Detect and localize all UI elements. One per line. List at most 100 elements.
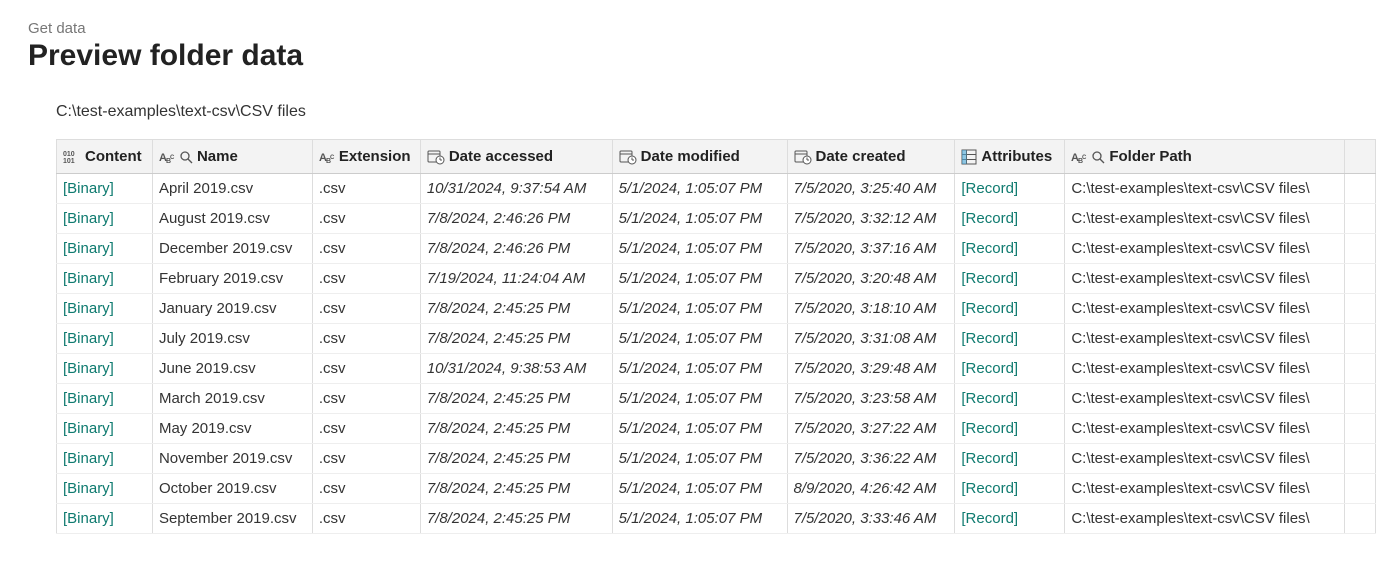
modified-cell: 5/1/2024, 1:05:07 PM — [612, 444, 787, 474]
extension-cell: .csv — [312, 234, 420, 264]
overflow-cell — [1345, 474, 1376, 504]
name-cell: April 2019.csv — [152, 174, 312, 204]
overflow-cell — [1345, 204, 1376, 234]
col-header-modified[interactable]: Date modified — [612, 140, 787, 174]
folder-path-label: C:\test-examples\text-csv\CSV files — [56, 103, 1349, 121]
extension-cell: .csv — [312, 444, 420, 474]
overflow-cell — [1345, 504, 1376, 534]
accessed-cell: 7/8/2024, 2:45:25 PM — [420, 384, 612, 414]
col-header-content[interactable]: 010101 Content — [57, 140, 153, 174]
datetime-type-icon — [794, 149, 812, 165]
binary-type-icon: 010101 — [63, 149, 81, 165]
created-cell: 7/5/2020, 3:20:48 AM — [787, 264, 955, 294]
modified-cell: 5/1/2024, 1:05:07 PM — [612, 354, 787, 384]
folder-path-cell: C:\test-examples\text-csv\CSV files\ — [1065, 234, 1345, 264]
breadcrumb[interactable]: Get data — [28, 20, 1349, 37]
content-link[interactable]: [Binary] — [57, 204, 153, 234]
search-icon — [1091, 150, 1105, 164]
svg-text:C: C — [1082, 155, 1087, 161]
col-header-extension[interactable]: ABC Extension — [312, 140, 420, 174]
content-link[interactable]: [Binary] — [57, 294, 153, 324]
overflow-cell — [1345, 414, 1376, 444]
attributes-link[interactable]: [Record] — [955, 444, 1065, 474]
col-header-created[interactable]: Date created — [787, 140, 955, 174]
attributes-link[interactable]: [Record] — [955, 324, 1065, 354]
attributes-link[interactable]: [Record] — [955, 414, 1065, 444]
accessed-cell: 7/8/2024, 2:46:26 PM — [420, 234, 612, 264]
table-row[interactable]: [Binary]February 2019.csv.csv7/19/2024, … — [57, 264, 1376, 294]
extension-cell: .csv — [312, 414, 420, 444]
extension-cell: .csv — [312, 324, 420, 354]
svg-text:C: C — [170, 155, 175, 161]
modified-cell: 5/1/2024, 1:05:07 PM — [612, 384, 787, 414]
attributes-link[interactable]: [Record] — [955, 474, 1065, 504]
table-row[interactable]: [Binary]March 2019.csv.csv7/8/2024, 2:45… — [57, 384, 1376, 414]
name-cell: May 2019.csv — [152, 414, 312, 444]
col-header-name[interactable]: ABC Name — [152, 140, 312, 174]
table-row[interactable]: [Binary]July 2019.csv.csv7/8/2024, 2:45:… — [57, 324, 1376, 354]
table-row[interactable]: [Binary]June 2019.csv.csv10/31/2024, 9:3… — [57, 354, 1376, 384]
content-link[interactable]: [Binary] — [57, 414, 153, 444]
attributes-link[interactable]: [Record] — [955, 204, 1065, 234]
col-header-accessed[interactable]: Date accessed — [420, 140, 612, 174]
table-row[interactable]: [Binary]April 2019.csv.csv10/31/2024, 9:… — [57, 174, 1376, 204]
attributes-link[interactable]: [Record] — [955, 264, 1065, 294]
content-link[interactable]: [Binary] — [57, 234, 153, 264]
overflow-cell — [1345, 264, 1376, 294]
created-cell: 7/5/2020, 3:18:10 AM — [787, 294, 955, 324]
name-cell: September 2019.csv — [152, 504, 312, 534]
accessed-cell: 7/19/2024, 11:24:04 AM — [420, 264, 612, 294]
extension-cell: .csv — [312, 264, 420, 294]
content-link[interactable]: [Binary] — [57, 354, 153, 384]
modified-cell: 5/1/2024, 1:05:07 PM — [612, 474, 787, 504]
svg-text:101: 101 — [63, 158, 75, 165]
accessed-cell: 10/31/2024, 9:37:54 AM — [420, 174, 612, 204]
modified-cell: 5/1/2024, 1:05:07 PM — [612, 294, 787, 324]
overflow-cell — [1345, 174, 1376, 204]
folder-path-cell: C:\test-examples\text-csv\CSV files\ — [1065, 504, 1345, 534]
datetime-type-icon — [619, 149, 637, 165]
attributes-link[interactable]: [Record] — [955, 174, 1065, 204]
attributes-link[interactable]: [Record] — [955, 384, 1065, 414]
created-cell: 7/5/2020, 3:32:12 AM — [787, 204, 955, 234]
created-cell: 7/5/2020, 3:27:22 AM — [787, 414, 955, 444]
table-row[interactable]: [Binary]December 2019.csv.csv7/8/2024, 2… — [57, 234, 1376, 264]
attributes-link[interactable]: [Record] — [955, 234, 1065, 264]
accessed-cell: 7/8/2024, 2:46:26 PM — [420, 204, 612, 234]
content-link[interactable]: [Binary] — [57, 324, 153, 354]
table-row[interactable]: [Binary]September 2019.csv.csv7/8/2024, … — [57, 504, 1376, 534]
accessed-cell: 7/8/2024, 2:45:25 PM — [420, 504, 612, 534]
content-link[interactable]: [Binary] — [57, 264, 153, 294]
table-row[interactable]: [Binary]August 2019.csv.csv7/8/2024, 2:4… — [57, 204, 1376, 234]
content-link[interactable]: [Binary] — [57, 384, 153, 414]
name-cell: December 2019.csv — [152, 234, 312, 264]
table-row[interactable]: [Binary]May 2019.csv.csv7/8/2024, 2:45:2… — [57, 414, 1376, 444]
record-type-icon — [961, 149, 977, 165]
attributes-link[interactable]: [Record] — [955, 294, 1065, 324]
content-link[interactable]: [Binary] — [57, 174, 153, 204]
extension-cell: .csv — [312, 174, 420, 204]
table-row[interactable]: [Binary]November 2019.csv.csv7/8/2024, 2… — [57, 444, 1376, 474]
attributes-link[interactable]: [Record] — [955, 504, 1065, 534]
col-header-folder-path[interactable]: ABC Folder Path — [1065, 140, 1345, 174]
overflow-cell — [1345, 444, 1376, 474]
datetime-type-icon — [427, 149, 445, 165]
name-cell: October 2019.csv — [152, 474, 312, 504]
table-row[interactable]: [Binary]January 2019.csv.csv7/8/2024, 2:… — [57, 294, 1376, 324]
folder-path-cell: C:\test-examples\text-csv\CSV files\ — [1065, 414, 1345, 444]
content-link[interactable]: [Binary] — [57, 504, 153, 534]
extension-cell: .csv — [312, 474, 420, 504]
attributes-link[interactable]: [Record] — [955, 354, 1065, 384]
created-cell: 7/5/2020, 3:29:48 AM — [787, 354, 955, 384]
table-header-row: 010101 Content ABC Name ABC Extension — [57, 140, 1376, 174]
table-row[interactable]: [Binary]October 2019.csv.csv7/8/2024, 2:… — [57, 474, 1376, 504]
search-icon — [179, 150, 193, 164]
name-cell: July 2019.csv — [152, 324, 312, 354]
overflow-cell — [1345, 384, 1376, 414]
content-link[interactable]: [Binary] — [57, 474, 153, 504]
overflow-cell — [1345, 354, 1376, 384]
name-cell: January 2019.csv — [152, 294, 312, 324]
modified-cell: 5/1/2024, 1:05:07 PM — [612, 324, 787, 354]
col-header-attributes[interactable]: Attributes — [955, 140, 1065, 174]
content-link[interactable]: [Binary] — [57, 444, 153, 474]
